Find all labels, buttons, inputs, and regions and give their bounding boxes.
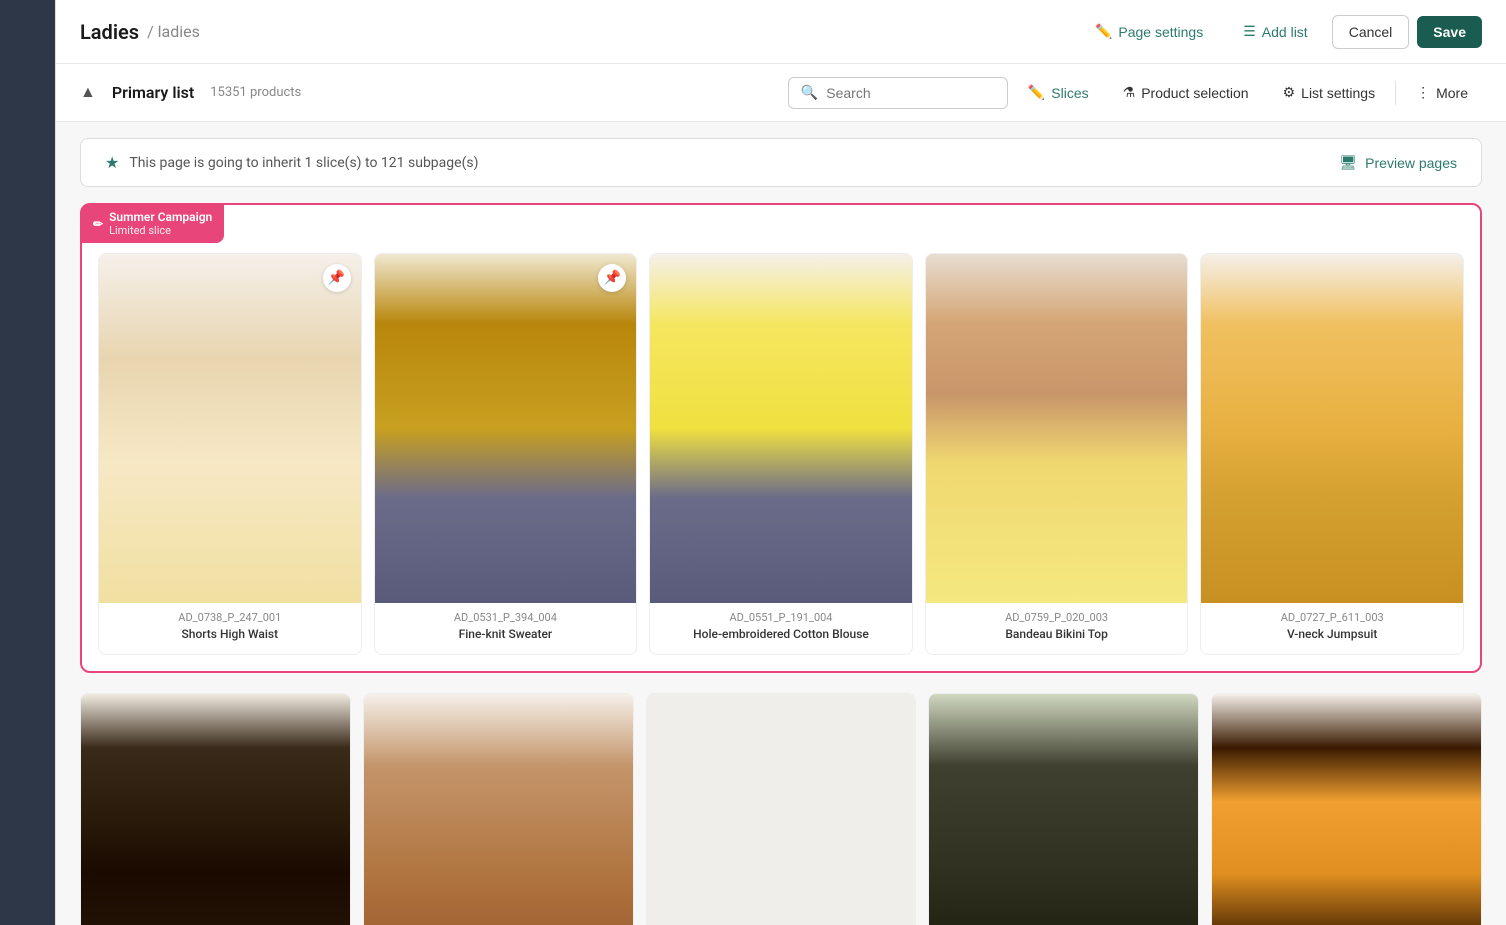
- product-image: [929, 694, 1198, 925]
- header-actions: ✏️ Page settings ☰ Add list Cancel Save: [1079, 15, 1482, 49]
- product-name: Bandeau Bikini Top: [936, 627, 1178, 643]
- filter-icon: ⚗: [1123, 84, 1136, 101]
- page-title: Ladies: [80, 20, 139, 44]
- more-icon: ⋮: [1416, 84, 1430, 101]
- product-image: [1201, 254, 1463, 603]
- product-image: [926, 254, 1188, 603]
- collapse-button[interactable]: ▲: [80, 84, 96, 102]
- product-image: [81, 694, 350, 925]
- slice-banner: ★ This page is going to inherit 1 slice(…: [80, 138, 1482, 187]
- preview-pages-button[interactable]: 🖥 Preview pages: [1339, 154, 1457, 171]
- preview-icon: 🖥: [1339, 154, 1357, 171]
- regular-product-card[interactable]: [363, 693, 634, 925]
- product-image: [364, 694, 633, 925]
- product-id: AD_0531_P_394_004: [385, 611, 627, 624]
- cancel-button[interactable]: Cancel: [1332, 15, 1410, 49]
- slice-info-text: This page is going to inherit 1 slice(s)…: [129, 155, 478, 171]
- regular-product-grid: [80, 693, 1482, 925]
- product-image: 📌: [375, 254, 637, 603]
- campaign-product-grid: 📌 AD_0738_P_247_001 Shorts High Waist 📌 …: [98, 253, 1464, 655]
- product-name: Hole-embroidered Cotton Blouse: [660, 627, 902, 643]
- campaign-sublabel: Limited slice: [109, 224, 212, 237]
- main-panel: Ladies / ladies ✏️ Page settings ☰ Add l…: [55, 0, 1506, 925]
- product-image: [1212, 694, 1481, 925]
- breadcrumb: / ladies: [147, 22, 200, 41]
- campaign-product-card[interactable]: 📌 AD_0531_P_394_004 Fine-knit Sweater: [374, 253, 638, 655]
- product-image: [647, 694, 916, 925]
- content-area: ★ This page is going to inherit 1 slice(…: [56, 122, 1506, 925]
- slices-icon: ✏️: [1028, 84, 1045, 101]
- toolbar-divider: [1395, 81, 1396, 105]
- product-id: AD_0759_P_020_003: [936, 611, 1178, 624]
- left-sidebar: [0, 0, 55, 925]
- product-info: AD_0727_P_611_003 V-neck Jumpsuit: [1201, 603, 1463, 655]
- slice-info: ★ This page is going to inherit 1 slice(…: [105, 153, 478, 172]
- product-id: AD_0738_P_247_001: [109, 611, 351, 624]
- pin-icon: 📌: [323, 264, 351, 292]
- page-settings-icon: ✏️: [1095, 23, 1112, 40]
- slices-button[interactable]: ✏️ Slices: [1014, 76, 1103, 109]
- add-list-icon: ☰: [1243, 23, 1256, 40]
- campaign-product-card[interactable]: AD_0759_P_020_003 Bandeau Bikini Top: [925, 253, 1189, 655]
- campaign-section: ✏ Summer Campaign Limited slice 📌 AD_073…: [80, 203, 1482, 673]
- product-name: Fine-knit Sweater: [385, 627, 627, 643]
- list-settings-button[interactable]: ⚙ List settings: [1269, 76, 1390, 109]
- product-image: 📌: [99, 254, 361, 603]
- more-button[interactable]: ⋮ More: [1402, 76, 1482, 109]
- pencil-icon: ✏: [93, 217, 103, 231]
- campaign-title: Summer Campaign: [109, 210, 212, 224]
- toolbar-right: 🔍 ✏️ Slices ⚗ Product selection ⚙ List s…: [788, 76, 1482, 109]
- settings-icon: ⚙: [1283, 84, 1296, 101]
- search-icon: 🔍: [801, 85, 818, 101]
- toolbar: ▲ Primary list 15351 products 🔍 ✏️ Slice…: [56, 64, 1506, 122]
- campaign-product-card[interactable]: AD_0727_P_611_003 V-neck Jumpsuit: [1200, 253, 1464, 655]
- search-input[interactable]: [826, 85, 995, 101]
- header: Ladies / ladies ✏️ Page settings ☰ Add l…: [56, 0, 1506, 64]
- list-title: Primary list: [112, 83, 194, 102]
- campaign-product-card[interactable]: AD_0551_P_191_004 Hole-embroidered Cotto…: [649, 253, 913, 655]
- regular-product-card[interactable]: [928, 693, 1199, 925]
- product-id: AD_0727_P_611_003: [1211, 611, 1453, 624]
- product-image: [650, 254, 912, 603]
- regular-product-card[interactable]: [646, 693, 917, 925]
- product-selection-button[interactable]: ⚗ Product selection: [1109, 76, 1263, 109]
- search-box[interactable]: 🔍: [788, 77, 1008, 109]
- pin-icon: 📌: [598, 264, 626, 292]
- product-info: AD_0551_P_191_004 Hole-embroidered Cotto…: [650, 603, 912, 655]
- campaign-product-card[interactable]: 📌 AD_0738_P_247_001 Shorts High Waist: [98, 253, 362, 655]
- product-name: Shorts High Waist: [109, 627, 351, 643]
- product-name: V-neck Jumpsuit: [1211, 627, 1453, 643]
- campaign-label: ✏ Summer Campaign Limited slice: [81, 204, 224, 243]
- regular-product-card[interactable]: [80, 693, 351, 925]
- regular-product-card[interactable]: [1211, 693, 1482, 925]
- product-info: AD_0738_P_247_001 Shorts High Waist: [99, 603, 361, 655]
- product-count: 15351 products: [210, 85, 301, 100]
- product-id: AD_0551_P_191_004: [660, 611, 902, 624]
- inherit-icon: ★: [105, 153, 119, 172]
- page-settings-button[interactable]: ✏️ Page settings: [1079, 15, 1219, 48]
- page-title-group: Ladies / ladies: [80, 20, 200, 44]
- product-info: AD_0531_P_394_004 Fine-knit Sweater: [375, 603, 637, 655]
- product-info: AD_0759_P_020_003 Bandeau Bikini Top: [926, 603, 1188, 655]
- save-button[interactable]: Save: [1417, 16, 1482, 48]
- add-list-button[interactable]: ☰ Add list: [1227, 15, 1323, 48]
